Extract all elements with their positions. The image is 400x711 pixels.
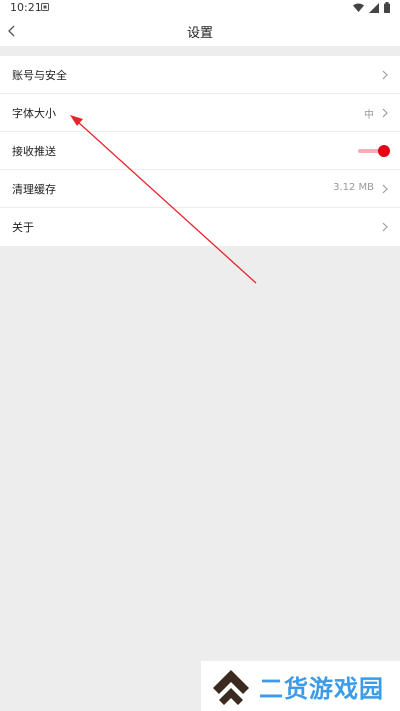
chevron-right-icon (382, 184, 388, 194)
cache-size-value: 3.12 MB (333, 182, 374, 193)
settings-item-label: 账号与安全 (12, 69, 67, 82)
settings-list: 账号与安全 字体大小 中 接收推送 清理缓存 3.12 MB 关于 (0, 56, 400, 246)
push-toggle[interactable] (358, 145, 390, 157)
settings-item-about[interactable]: 关于 (0, 208, 400, 246)
chevron-right-icon (382, 70, 388, 80)
chevron-right-icon (382, 222, 388, 232)
settings-item-font-size[interactable]: 字体大小 中 (0, 94, 400, 132)
wifi-icon (353, 3, 364, 12)
settings-item-label: 字体大小 (12, 107, 56, 120)
settings-item-label: 接收推送 (12, 145, 56, 158)
settings-item-account-security[interactable]: 账号与安全 (0, 56, 400, 94)
font-size-value: 中 (364, 110, 374, 121)
page-title: 设置 (186, 26, 213, 41)
chevron-right-icon (382, 108, 388, 118)
settings-item-label: 关于 (12, 221, 34, 234)
settings-item-clear-cache[interactable]: 清理缓存 3.12 MB (0, 170, 400, 208)
signal-icon (369, 2, 379, 13)
settings-item-label: 清理缓存 (12, 183, 56, 196)
watermark-logo-icon (213, 670, 249, 705)
title-bar: 设置 (0, 16, 400, 46)
settings-item-push-notifications: 接收推送 (0, 132, 400, 170)
status-bar: 10:21 (0, 0, 400, 16)
battery-icon (384, 2, 390, 13)
watermark: 二货游戏园 (201, 661, 400, 711)
watermark-text: 二货游戏园 (259, 675, 384, 703)
toggle-knob (378, 145, 390, 157)
notification-icon (41, 3, 49, 11)
status-icons (353, 2, 390, 13)
status-time: 10:21 (10, 1, 42, 14)
